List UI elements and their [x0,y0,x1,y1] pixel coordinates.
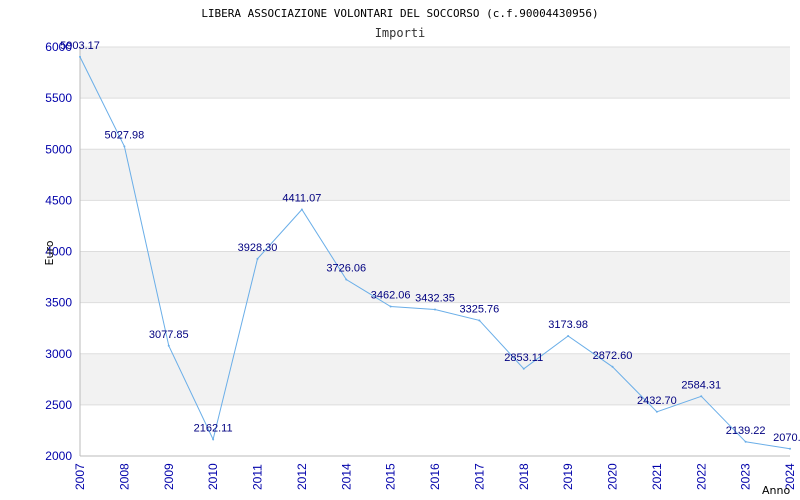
x-tick-label: 2019 [561,463,575,490]
x-tick-label: 2015 [384,463,398,490]
x-tick-label: 2018 [517,463,531,490]
x-tick-label: 2010 [206,463,220,490]
data-point [167,344,170,347]
y-tick-label: 6000 [45,40,72,54]
data-label: 3726.06 [326,263,366,275]
data-point [123,145,126,148]
y-tick-label: 3000 [45,347,72,361]
x-tick-label: 2007 [73,463,87,490]
data-label: 3432.35 [415,293,455,305]
x-tick-label: 2014 [339,463,353,490]
data-point [434,308,436,311]
x-tick-label: 2012 [295,463,309,490]
data-point [256,257,259,260]
data-label: 4411.07 [282,192,321,204]
line-chart: 5903.175027.983077.852162.113928.304411.… [43,7,800,497]
data-label: 3325.76 [459,303,499,315]
data-point [79,55,81,58]
data-label: 3077.85 [149,329,189,341]
data-label: 2853.11 [504,352,543,364]
data-point [345,278,348,281]
plot-bands [80,47,790,405]
data-point [744,440,747,443]
y-tick-label: 5500 [45,91,72,105]
x-tick-label: 2022 [694,463,708,490]
data-label: 3173.98 [548,319,588,331]
data-label: 5027.98 [104,129,144,141]
data-label: 2070.8 [773,432,800,444]
data-label: 2872.60 [593,350,633,362]
data-point [655,410,658,413]
x-tick-label: 2011 [251,464,265,490]
chart-subtitle: Importi [375,26,426,40]
x-axis-label: Anno [762,484,790,497]
data-point [611,365,614,368]
y-tick-label: 2000 [45,449,72,463]
data-point [389,305,392,308]
y-tick-label: 5000 [45,142,72,156]
y-tick-label: 2500 [45,398,72,412]
x-tick-label: 2009 [162,463,176,490]
data-label: 2432.70 [637,395,677,407]
x-tick-label: 2008 [117,463,131,490]
x-tick-label: 2020 [606,463,620,490]
data-point [789,447,791,450]
y-tick-label: 3500 [45,296,72,310]
data-label: 3928.30 [238,242,278,254]
y-tick-label: 4500 [45,193,72,207]
data-point [567,334,570,337]
data-label: 2584.31 [681,379,721,391]
x-tick-labels: 2007 2008 2009 2010 2011 2012 2014 2015 2016 2017… [73,463,797,490]
x-tick-label: 2017 [472,463,486,490]
plot-band [80,149,790,201]
data-point [522,367,525,370]
x-tick-label: 2016 [428,463,442,490]
data-label: 3462.06 [371,290,411,302]
y-axis-label: Euro [43,240,56,265]
data-point [300,208,303,211]
data-point [212,438,215,441]
x-tick-label: 2021 [650,463,664,490]
data-point [700,395,703,398]
data-label: 2139.22 [726,425,766,437]
data-label: 2162.11 [194,422,233,434]
x-tick-label: 2023 [739,463,753,490]
plot-band [80,47,790,99]
data-point [478,319,481,322]
chart-title: LIBERA ASSOCIAZIONE VOLONTARI DEL SOCCOR… [201,7,598,20]
